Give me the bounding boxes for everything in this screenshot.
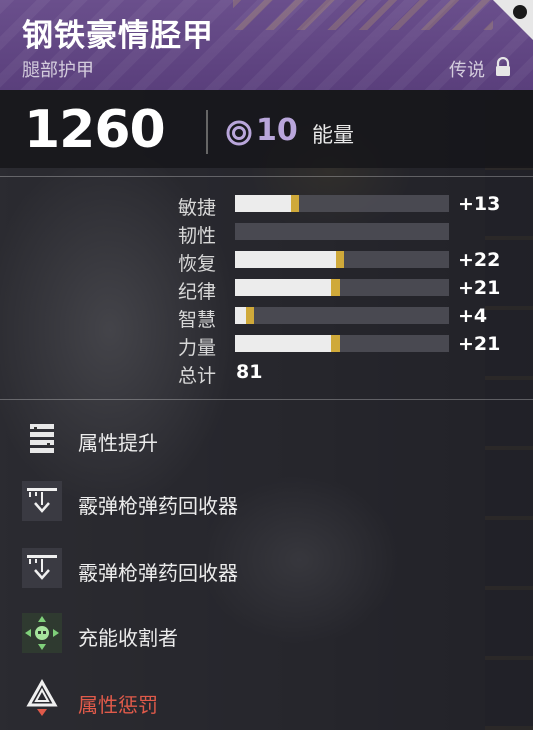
stat-label-intellect: 智慧 xyxy=(178,309,217,331)
stat-label-mobility: 敏捷 xyxy=(178,197,217,219)
perk-label-stat-penalty: 属性惩罚 xyxy=(78,693,158,717)
stat-boost-icon[interactable] xyxy=(22,418,62,458)
energy-value: 10 xyxy=(256,113,298,148)
stat-value-intellect: +4 xyxy=(458,305,488,327)
stat-value-mobility: +13 xyxy=(458,193,501,215)
stat-label-recovery: 恢复 xyxy=(178,253,217,275)
perk-label-shotgun-scavenger-2: 霰弹枪弹药回收器 xyxy=(78,561,238,585)
lock-icon[interactable] xyxy=(493,57,513,77)
stat-label-resilience: 韧性 xyxy=(178,225,217,247)
item-tooltip: 钢铁豪情胫甲 腿部护甲 传说 1260 10 能量 敏捷 +13 韧性 恢复 +… xyxy=(0,0,533,730)
stat-value-strength: +21 xyxy=(458,333,501,355)
stat-bar-recovery xyxy=(235,251,449,268)
stat-bar-discipline xyxy=(235,279,449,296)
stat-penalty-icon[interactable] xyxy=(22,678,62,718)
stat-value-recovery: +22 xyxy=(458,249,501,271)
divider xyxy=(0,176,533,177)
stat-bar-mobility xyxy=(235,195,449,212)
stat-total-label: 总计 xyxy=(178,365,217,387)
charged-harvester-icon[interactable] xyxy=(22,613,62,653)
perk-label-charged-harvester: 充能收割者 xyxy=(78,626,178,650)
power-divider xyxy=(206,110,208,154)
item-type: 腿部护甲 xyxy=(22,60,94,81)
perk-label-shotgun-scavenger-1: 霰弹枪弹药回收器 xyxy=(78,494,238,518)
shotgun-scavenger-icon[interactable] xyxy=(22,481,62,521)
stat-value-discipline: +21 xyxy=(458,277,501,299)
power-level: 1260 xyxy=(24,100,166,160)
stat-bar-strength xyxy=(235,335,449,352)
perk-label-stat-boost: 属性提升 xyxy=(78,431,158,455)
stat-bar-intellect xyxy=(235,307,449,324)
stat-label-strength: 力量 xyxy=(178,337,217,359)
energy-label: 能量 xyxy=(312,123,354,147)
item-name: 钢铁豪情胫甲 xyxy=(22,18,214,54)
tooltip-header: 钢铁豪情胫甲 腿部护甲 传说 xyxy=(0,0,533,90)
shotgun-scavenger-icon[interactable] xyxy=(22,548,62,588)
divider xyxy=(0,399,533,400)
energy-icon xyxy=(226,120,252,146)
stat-label-discipline: 纪律 xyxy=(178,281,217,303)
stat-total-value: 81 xyxy=(236,361,263,383)
stat-bar-resilience xyxy=(235,223,449,240)
new-item-badge-icon xyxy=(493,0,533,40)
item-tier: 传说 xyxy=(449,60,485,81)
header-pattern xyxy=(233,0,493,30)
